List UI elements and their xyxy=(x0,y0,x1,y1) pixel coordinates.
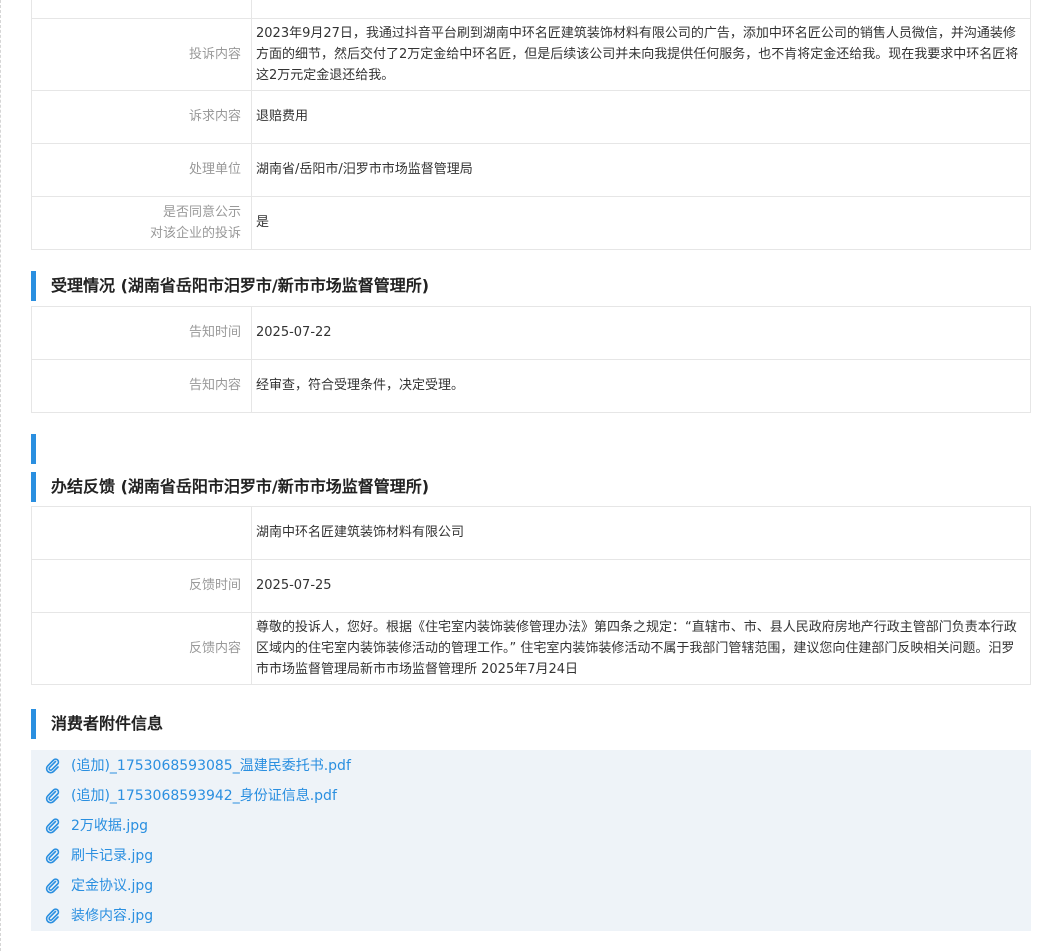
attachment-link[interactable]: 定金协议.jpg xyxy=(71,876,153,896)
row-label: 反馈时间 xyxy=(31,558,252,613)
row-label-line: 是否同意公示 xyxy=(162,204,241,220)
attachment-list: (追加)_1753068593085_温建民委托书.pdf (追加)_17530… xyxy=(31,749,1031,931)
handling-unit-value: 湖南省/岳阳市/汨罗市市场监督管理局 xyxy=(251,142,1031,197)
feedback-time-value: 2025-07-25 xyxy=(251,558,1031,613)
table-row: 投诉内容 2023年9月27日，我通过抖音平台刷到湖南中环名匠建筑装饰材料有限公… xyxy=(31,17,1031,91)
table-row: 是否同意公示 对该企业的投诉 是 xyxy=(31,195,1031,250)
section-accent-bar xyxy=(31,471,36,502)
list-item[interactable]: (追加)_1753068593085_温建民委托书.pdf xyxy=(31,751,1031,781)
feedback-section-header: 办结反馈 (湖南省岳阳市汨罗市/新市市场监督管理所) xyxy=(31,471,1031,502)
paperclip-icon xyxy=(45,757,60,773)
row-label: 诉求内容 xyxy=(31,89,252,144)
section-accent-bar xyxy=(31,708,36,739)
page-left-border xyxy=(0,0,1,951)
table-row: 反馈内容 尊敬的投诉人，您好。根据《住宅室内装饰装修管理办法》第四条之规定：“直… xyxy=(31,611,1031,685)
attachments-section-header: 消费者附件信息 xyxy=(31,708,1031,739)
acceptance-table: 告知时间 2025-07-22 告知内容 经审查，符合受理条件，决定受理。 xyxy=(31,305,1031,413)
table-row xyxy=(31,0,1031,19)
paperclip-icon xyxy=(45,907,60,923)
demand-value: 退赔费用 xyxy=(251,89,1031,144)
list-item[interactable]: 定金协议.jpg xyxy=(31,871,1031,901)
table-row: 告知时间 2025-07-22 xyxy=(31,305,1031,360)
paperclip-icon xyxy=(45,847,60,863)
row-label: 告知内容 xyxy=(31,358,252,413)
complaint-content-value: 2023年9月27日，我通过抖音平台刷到湖南中环名匠建筑装饰材料有限公司的广告，… xyxy=(251,17,1031,91)
public-consent-value: 是 xyxy=(251,195,1031,250)
table-row: 湖南中环名匠建筑装饰材料有限公司 xyxy=(31,505,1031,560)
row-label-line: 对该企业的投诉 xyxy=(149,225,241,241)
paperclip-icon xyxy=(45,877,60,893)
feedback-content-value: 尊敬的投诉人，您好。根据《住宅室内装饰装修管理办法》第四条之规定：“直辖市、市、… xyxy=(251,611,1031,685)
list-item[interactable]: (追加)_1753068593942_身份证信息.pdf xyxy=(31,781,1031,811)
notice-time-value: 2025-07-22 xyxy=(251,305,1031,360)
notice-content-value: 经审查，符合受理条件，决定受理。 xyxy=(251,358,1031,413)
table-row: 处理单位 湖南省/岳阳市/汨罗市市场监督管理局 xyxy=(31,142,1031,197)
row-label: 处理单位 xyxy=(31,142,252,197)
row-label: 告知时间 xyxy=(31,305,252,360)
list-item[interactable]: 装修内容.jpg xyxy=(31,901,1031,931)
list-item[interactable]: 刷卡记录.jpg xyxy=(31,841,1031,871)
section-accent-bar xyxy=(31,433,36,464)
acceptance-section-header: 受理情况 (湖南省岳阳市汨罗市/新市市场监督管理所) xyxy=(31,270,1031,301)
table-row: 反馈时间 2025-07-25 xyxy=(31,558,1031,613)
section-accent-bar xyxy=(31,270,36,301)
paperclip-icon xyxy=(45,787,60,803)
row-label: 反馈内容 xyxy=(31,611,252,685)
table-row: 告知内容 经审查，符合受理条件，决定受理。 xyxy=(31,358,1031,413)
feedback-table: 湖南中环名匠建筑装饰材料有限公司 反馈时间 2025-07-25 反馈内容 尊敬… xyxy=(31,505,1031,685)
attachment-link[interactable]: 2万收据.jpg xyxy=(71,816,148,836)
attachment-link[interactable]: 装修内容.jpg xyxy=(71,906,153,926)
company-name-value: 湖南中环名匠建筑装饰材料有限公司 xyxy=(251,505,1031,560)
row-label: 投诉内容 xyxy=(31,17,252,91)
section-title: 消费者附件信息 xyxy=(51,713,164,733)
list-item[interactable]: 2万收据.jpg xyxy=(31,811,1031,841)
paperclip-icon xyxy=(45,817,60,833)
row-label: 是否同意公示 对该企业的投诉 xyxy=(31,195,252,250)
complaint-detail-panel: 投诉内容 2023年9月27日，我通过抖音平台刷到湖南中环名匠建筑装饰材料有限公… xyxy=(31,0,1031,931)
complaint-info-table: 投诉内容 2023年9月27日，我通过抖音平台刷到湖南中环名匠建筑装饰材料有限公… xyxy=(31,0,1031,250)
attachment-link[interactable]: (追加)_1753068593085_温建民委托书.pdf xyxy=(71,756,351,776)
section-title: 办结反馈 (湖南省岳阳市汨罗市/新市市场监督管理所) xyxy=(51,476,430,496)
attachment-link[interactable]: 刷卡记录.jpg xyxy=(71,846,153,866)
attachment-link[interactable]: (追加)_1753068593942_身份证信息.pdf xyxy=(71,786,337,806)
section-title: 受理情况 (湖南省岳阳市汨罗市/新市市场监督管理所) xyxy=(51,275,430,295)
row-label xyxy=(31,505,252,560)
table-row: 诉求内容 退赔费用 xyxy=(31,89,1031,144)
